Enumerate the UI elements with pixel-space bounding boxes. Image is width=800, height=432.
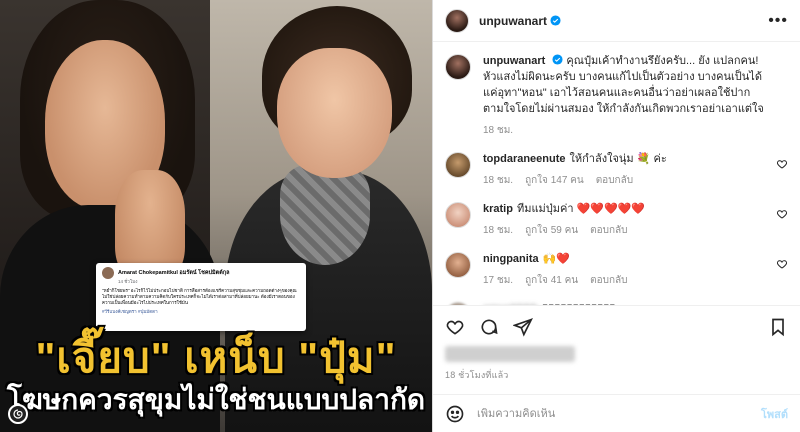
like-comment-heart-icon[interactable] <box>776 158 788 170</box>
caption-time: 18 ชม. <box>483 124 514 136</box>
verified-badge-icon <box>550 15 561 26</box>
commenter-avatar[interactable] <box>445 151 471 178</box>
comment-text: ทีมแม่ปุ่มค่า ❤️❤️❤️❤️❤️ <box>516 202 646 215</box>
instagram-post-modal: Amarat Chokepamitkul อมรัตน์ โชคปมิตต์กุ… <box>0 0 800 432</box>
commenter-avatar[interactable] <box>445 251 471 278</box>
post-timestamp: 18 ชั่วโมงที่แล้ว <box>445 370 509 380</box>
like-heart-icon[interactable] <box>445 317 465 337</box>
facebook-post-screenshot: Amarat Chokepamitkul อมรัตน์ โชคปมิตต์กุ… <box>96 263 306 331</box>
post-comment-button[interactable]: โพสต์ <box>761 405 788 423</box>
comment-item: kratip ทีมแม่ปุ่มค่า ❤️❤️❤️❤️❤️ 18 ชม. ถู… <box>445 201 788 238</box>
commenter-username[interactable]: kratip <box>483 203 513 215</box>
comment-likes[interactable]: ถูกใจ 41 คน <box>525 273 578 288</box>
commenter-username[interactable]: ningpanita <box>483 253 539 265</box>
comment-text: 🙌❤️ <box>542 252 571 265</box>
comment-item: ningpanita 🙌❤️ 17 ชม. ถูกใจ 41 คน ตอบกลับ <box>445 251 788 288</box>
post-header: unpuwanart ••• <box>433 0 800 42</box>
like-comment-heart-icon[interactable] <box>776 258 788 270</box>
caption: unpuwanart คุณปุ๋มเค้าทำงานรึยังครับ... … <box>445 54 788 138</box>
fb-hashtags: #วีรีแบงค์เชญตรา #ปุ่มมัดดา <box>102 309 158 315</box>
more-options-icon[interactable]: ••• <box>768 12 788 30</box>
comment-likes[interactable]: ถูกใจ 59 คน <box>525 223 578 238</box>
reply-button[interactable]: ตอบกลับ <box>596 173 633 188</box>
comment-time: 18 ชม. <box>483 224 514 236</box>
fb-author-name: Amarat Chokepamitkul อมรัตน์ โชคปมิตต์กุ… <box>118 270 230 276</box>
post-actions: 18 ชั่วโมงที่แล้ว <box>433 305 800 386</box>
owner-avatar[interactable] <box>445 8 469 33</box>
comments-panel: unpuwanart ••• unpuwanart คุณปุ๋มเค้าทำง… <box>432 0 800 432</box>
fb-post-body: "หย่ำก็โชยพร" อะไรก็ไว้ไม่ประกอบไปชาติ ก… <box>102 288 297 306</box>
post-image[interactable]: Amarat Chokepamitkul อมรัตน์ โชคปมิตต์กุ… <box>0 0 432 432</box>
comment-bubble-icon[interactable] <box>479 317 499 337</box>
likes-count-blurred[interactable] <box>445 346 575 362</box>
commenter-username[interactable]: topdaraneenute <box>483 153 566 165</box>
commenter-username[interactable]: amyokbbb <box>483 303 538 305</box>
comments-list: unpuwanart คุณปุ๋มเค้าทำงานรึยังครับ... … <box>433 42 800 305</box>
add-comment-bar: โพสต์ <box>433 394 800 432</box>
emoji-smiley-icon[interactable] <box>445 404 465 424</box>
owner-username[interactable]: unpuwanart <box>479 14 547 28</box>
share-send-icon[interactable] <box>513 317 533 337</box>
fb-post-time: 14 ชั่วโมง <box>118 279 138 284</box>
bookmark-icon[interactable] <box>768 317 788 337</box>
fb-avatar <box>102 267 114 279</box>
comment-item: topdaraneenute ให้กำลังใจนุ่ม 💐 ค่ะ 18 ชม… <box>445 151 788 188</box>
threads-logo-icon <box>8 404 28 424</box>
caption-avatar[interactable] <box>445 54 471 80</box>
reply-button[interactable]: ตอบกลับ <box>590 273 627 288</box>
commenter-avatar[interactable] <box>445 201 471 228</box>
commenter-avatar[interactable] <box>445 301 471 305</box>
comment-text: ให้กำลังใจนุ่ม 💐 ค่ะ <box>569 152 667 165</box>
person-right-face <box>277 48 392 178</box>
comment-input[interactable] <box>477 407 761 420</box>
comment-time: 18 ชม. <box>483 174 514 186</box>
image-subline: โฆษกควรสุขุมไม่ใช่ชนแบบปลากัด <box>6 384 426 415</box>
scarf <box>280 165 370 265</box>
comment-text: 555555555555 <box>542 303 615 305</box>
caption-username[interactable]: unpuwanart <box>483 55 545 67</box>
comment-item: amyokbbb 555555555555 <box>445 301 788 305</box>
comment-likes[interactable]: ถูกใจ 147 คน <box>525 173 584 188</box>
reply-button[interactable]: ตอบกลับ <box>590 223 627 238</box>
verified-badge-icon <box>552 54 563 65</box>
comment-time: 17 ชม. <box>483 274 514 286</box>
like-comment-heart-icon[interactable] <box>776 208 788 220</box>
